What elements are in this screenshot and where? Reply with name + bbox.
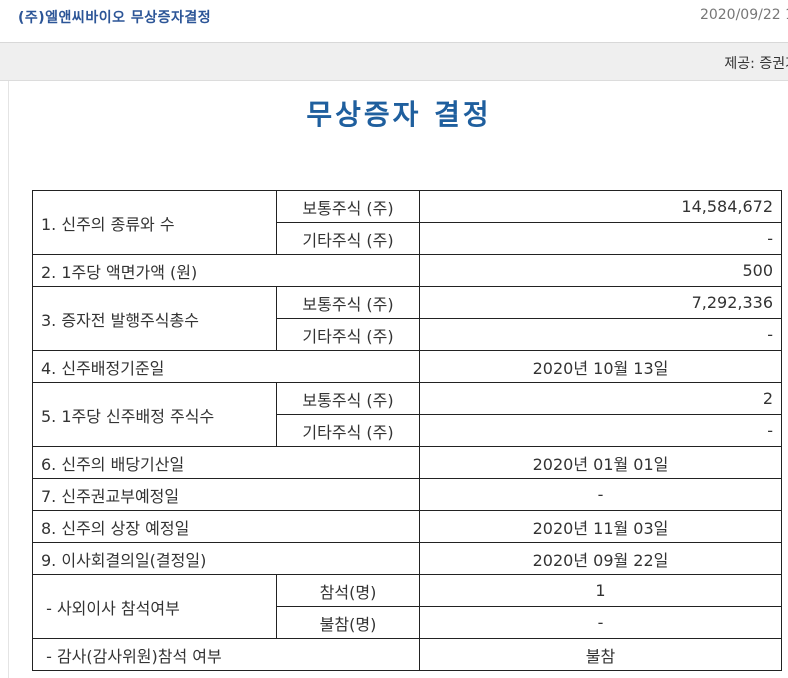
value-listing-date: 2020년 11월 03일 <box>419 510 782 543</box>
table-row: 6. 신주의 배당기산일 2020년 01월 01일 <box>32 446 782 479</box>
table-row: 5. 1주당 신주배정 주식수 보통주식 (주) 2 <box>32 382 782 447</box>
source-label: 제공: 증권거 <box>724 56 788 72</box>
value-directors-present: 1 <box>419 574 782 607</box>
table-row: 7. 신주권교부예정일 - <box>32 478 782 511</box>
value-auditor-attendance: 불참 <box>419 638 782 671</box>
row-label-auditor-attendance: - 감사(감사위원)참석 여부 <box>32 638 420 671</box>
table-row: 4. 신주배정기준일 2020년 10월 13일 <box>32 350 782 383</box>
document-body: 무상증자 결정 1. 신주의 종류와 수 보통주식 (주) 14,584,672… <box>8 81 788 678</box>
sub-label-other: 기타주식 (주) <box>276 414 420 447</box>
table-row: 1. 신주의 종류와 수 보통주식 (주) 14,584,672 <box>32 190 782 255</box>
value-new-common-shares: 14,584,672 <box>419 190 782 223</box>
value-allocation-common: 2 <box>419 382 782 415</box>
row-label-outside-directors: - 사외이사 참석여부 <box>32 574 277 639</box>
table-row: - 감사(감사위원)참석 여부 불참 <box>32 638 782 671</box>
row-label-new-shares: 1. 신주의 종류와 수 <box>32 190 277 255</box>
sub-label-other: 기타주식 (주) <box>276 222 420 255</box>
row-label-record-date: 4. 신주배정기준일 <box>32 350 420 383</box>
value-board-resolution: 2020년 09월 22일 <box>419 542 782 575</box>
value-before-other-shares: - <box>419 318 782 351</box>
article-header: (주)엘앤씨바이오 무상증자결정 2020/09/22 1 <box>0 0 788 43</box>
value-new-other-shares: - <box>419 222 782 255</box>
table-row: 9. 이사회결의일(결정일) 2020년 09월 22일 <box>32 542 782 575</box>
table-row: - 사외이사 참석여부 참석(명) 1 <box>32 574 782 639</box>
sub-label-absent: 불참(명) <box>276 606 420 639</box>
document-title: 무상증자 결정 <box>306 98 492 131</box>
disclosure-table: 1. 신주의 종류와 수 보통주식 (주) 14,584,672 기타주식 (주… <box>32 190 782 671</box>
sub-label-other: 기타주식 (주) <box>276 318 420 351</box>
table-row: 2. 1주당 액면가액 (원) 500 <box>32 254 782 287</box>
value-allocation-other: - <box>419 414 782 447</box>
value-dividend-start: 2020년 01월 01일 <box>419 446 782 479</box>
value-before-common-shares: 7,292,336 <box>419 286 782 319</box>
row-label-listing-date: 8. 신주의 상장 예정일 <box>32 510 420 543</box>
row-label-shares-before: 3. 증자전 발행주식총수 <box>32 286 277 351</box>
value-par-value: 500 <box>419 254 782 287</box>
row-label-certificate-delivery: 7. 신주권교부예정일 <box>32 478 420 511</box>
source-bar: 제공: 증권거 <box>0 43 788 81</box>
table-row: 8. 신주의 상장 예정일 2020년 11월 03일 <box>32 510 782 543</box>
row-label-board-resolution: 9. 이사회결의일(결정일) <box>32 542 420 575</box>
row-label-dividend-start: 6. 신주의 배당기산일 <box>32 446 420 479</box>
article-title: (주)엘앤씨바이오 무상증자결정 <box>18 10 212 26</box>
sub-label-present: 참석(명) <box>276 574 420 607</box>
sub-label-common: 보통주식 (주) <box>276 286 420 319</box>
value-directors-absent: - <box>419 606 782 639</box>
sub-label-common: 보통주식 (주) <box>276 190 420 223</box>
row-label-allocation-per-share: 5. 1주당 신주배정 주식수 <box>32 382 277 447</box>
value-record-date: 2020년 10월 13일 <box>419 350 782 383</box>
article-date: 2020/09/22 1 <box>699 7 788 23</box>
value-certificate-delivery: - <box>419 478 782 511</box>
sub-label-common: 보통주식 (주) <box>276 382 420 415</box>
row-label-par-value: 2. 1주당 액면가액 (원) <box>32 254 420 287</box>
table-row: 3. 증자전 발행주식총수 보통주식 (주) 7,292,336 <box>32 286 782 351</box>
